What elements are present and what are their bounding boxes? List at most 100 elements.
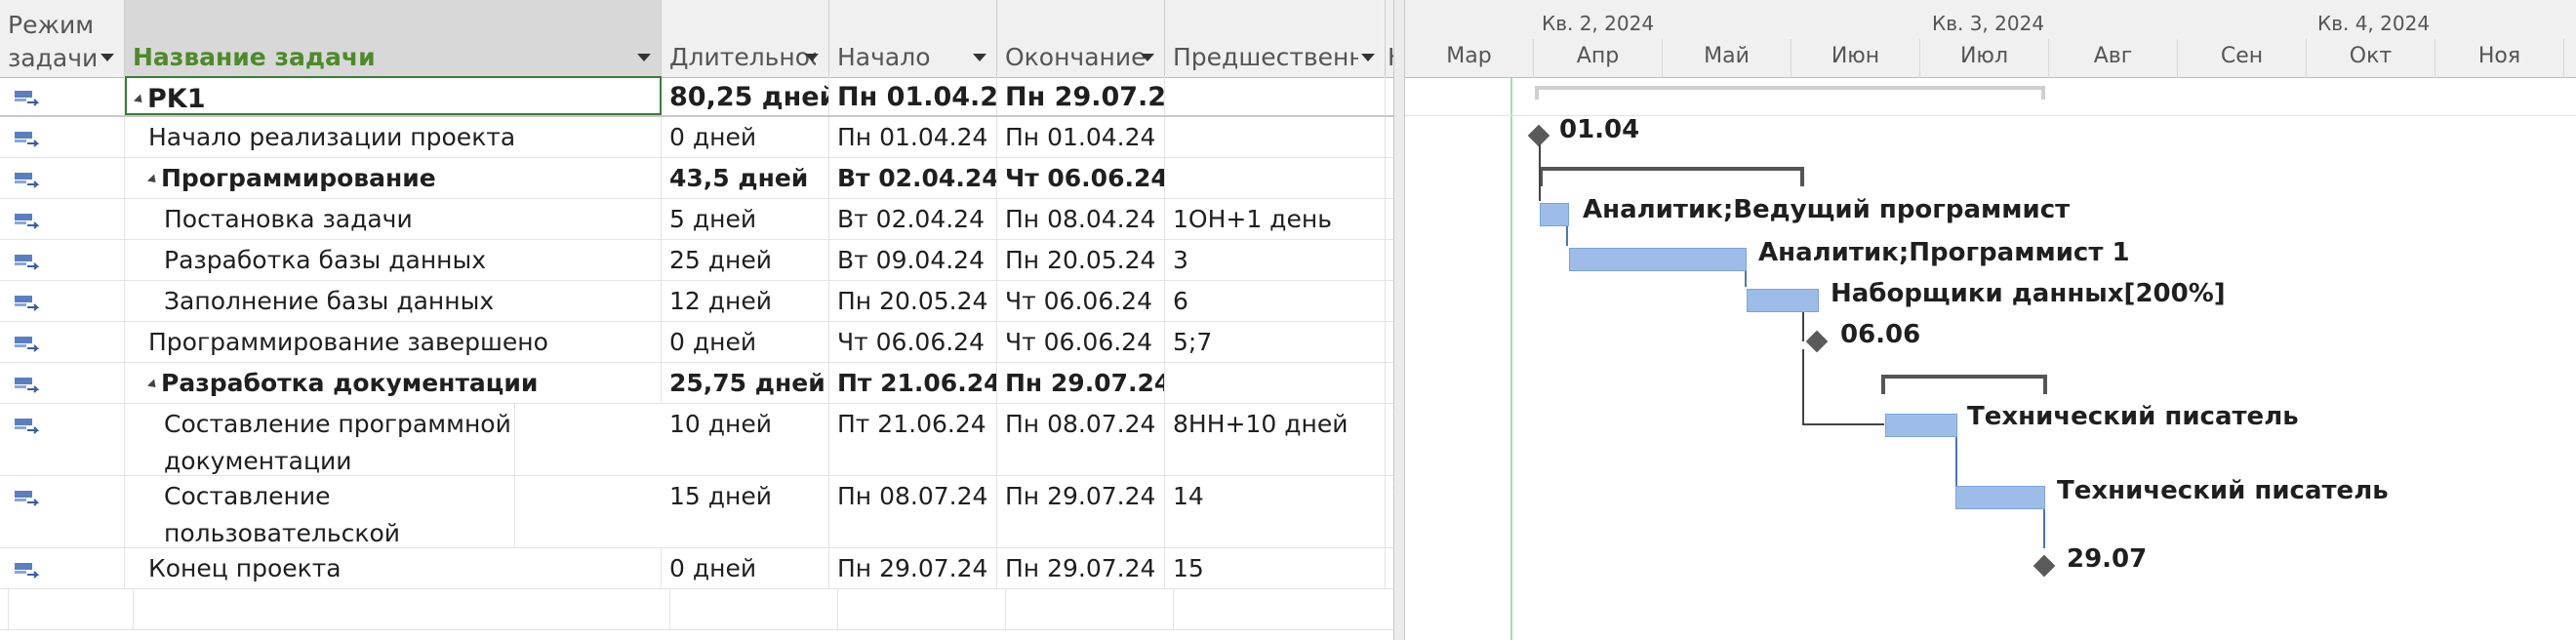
- cell-duration[interactable]: 0 дней: [662, 548, 829, 588]
- cell-finish[interactable]: Чт 06.06.24: [997, 322, 1165, 362]
- collapse-triangle-icon[interactable]: [146, 378, 160, 391]
- cell-pred[interactable]: [1165, 363, 1386, 403]
- cell-duration[interactable]: 0 дней: [662, 322, 829, 362]
- cell-name[interactable]: Составление пользовательской документаци…: [125, 476, 515, 547]
- cell-pred[interactable]: 5;7: [1165, 322, 1386, 362]
- cell-start[interactable]: Пн 01.04.24: [829, 117, 997, 157]
- column-header-start[interactable]: Начало: [829, 0, 997, 78]
- column-header-finish[interactable]: Окончание: [997, 0, 1165, 78]
- cell-finish[interactable]: Пн 29.07.24: [997, 363, 1165, 403]
- cell-name[interactable]: PK1: [125, 76, 662, 115]
- task-mode-cell[interactable]: [0, 76, 125, 115]
- task-bar[interactable]: [1540, 203, 1569, 226]
- table-row[interactable]: Постановка задачи 5 дней Вт 02.04.24 Пн 08.…: [0, 199, 1405, 240]
- chevron-down-icon[interactable]: [1361, 54, 1375, 61]
- cell-pred[interactable]: 6: [1165, 281, 1386, 321]
- cell-finish[interactable]: Чт 06.06.24: [997, 158, 1165, 198]
- cell-name[interactable]: Программирование: [125, 158, 662, 198]
- task-mode-cell[interactable]: [0, 240, 125, 280]
- summary-bar[interactable]: [1539, 167, 1804, 171]
- table-row[interactable]: Конец проекта 0 дней Пн 29.07.24 Пн 29.07.2…: [0, 548, 1405, 589]
- cell-finish[interactable]: Чт 06.06.24: [997, 281, 1165, 321]
- cell-finish[interactable]: Пн 29.07.24: [997, 76, 1165, 115]
- cell-pred[interactable]: [1165, 117, 1386, 157]
- cell-start[interactable]: Пн 20.05.24: [829, 281, 997, 321]
- view-divider[interactable]: [1393, 0, 1405, 640]
- task-mode-cell[interactable]: [0, 199, 125, 239]
- cell-name[interactable]: Разработка документации: [125, 363, 662, 403]
- cell-duration[interactable]: 10 дней: [662, 404, 829, 475]
- cell-duration[interactable]: 5 дней: [662, 199, 829, 239]
- cell-finish[interactable]: Пн 08.07.24: [997, 404, 1165, 475]
- column-header-mode[interactable]: Режим задачи: [0, 0, 125, 78]
- cell-start[interactable]: Пн 29.07.24: [829, 548, 997, 588]
- empty-row[interactable]: [0, 589, 1394, 630]
- cell-pred[interactable]: [1165, 76, 1386, 115]
- table-row[interactable]: Начало реализации проекта 0 дней Пн 01.04.…: [0, 117, 1405, 158]
- task-mode-cell[interactable]: [0, 281, 125, 321]
- task-mode-cell[interactable]: [0, 476, 125, 547]
- cell-start[interactable]: Вт 02.04.24: [829, 158, 997, 198]
- collapse-triangle-icon[interactable]: [133, 94, 146, 106]
- task-mode-cell[interactable]: [0, 548, 125, 588]
- table-row[interactable]: Составление пользовательской документаци…: [0, 476, 1405, 548]
- task-mode-cell[interactable]: [0, 322, 125, 362]
- task-bar[interactable]: [1955, 486, 2045, 509]
- task-bar[interactable]: [1569, 248, 1747, 271]
- cell-pred[interactable]: [1165, 158, 1386, 198]
- milestone-diamond-icon[interactable]: [1805, 330, 1829, 353]
- milestone-diamond-icon[interactable]: [2033, 554, 2056, 578]
- cell-start[interactable]: Вт 09.04.24: [829, 240, 997, 280]
- table-row[interactable]: Разработка документации 25,75 дней Пт 21.0…: [0, 363, 1405, 404]
- cell-start[interactable]: Вт 02.04.24: [829, 199, 997, 239]
- cell-duration[interactable]: 25,75 дней: [662, 363, 829, 403]
- cell-start[interactable]: Чт 06.06.24: [829, 322, 997, 362]
- table-row[interactable]: Заполнение базы данных 12 дней Пн 20.05.24…: [0, 281, 1405, 322]
- cell-start[interactable]: Пн 01.04.24: [829, 76, 997, 115]
- cell-pred[interactable]: 3: [1165, 240, 1386, 280]
- project-summary-bar[interactable]: [1537, 86, 2044, 90]
- table-row[interactable]: Разработка базы данных 25 дней Вт 09.04.24…: [0, 240, 1405, 281]
- chevron-down-icon[interactable]: [101, 54, 114, 61]
- cell-name[interactable]: Программирование завершено: [125, 322, 662, 362]
- column-header-name[interactable]: Название задачи: [125, 0, 662, 78]
- cell-finish[interactable]: Пн 29.07.24: [997, 548, 1165, 588]
- table-row[interactable]: Программирование 43,5 дней Вт 02.04.24 Чт 0…: [0, 158, 1405, 199]
- cell-duration[interactable]: 80,25 дней: [662, 76, 829, 115]
- table-row[interactable]: PK1 80,25 дней Пн 01.04.24 Пн 29.07.24: [0, 76, 1405, 117]
- task-mode-cell[interactable]: [0, 117, 125, 157]
- chevron-down-icon[interactable]: [973, 54, 986, 61]
- milestone-diamond-icon[interactable]: [1527, 124, 1550, 147]
- cell-duration[interactable]: 25 дней: [662, 240, 829, 280]
- cell-pred[interactable]: 1ОН+1 день: [1165, 199, 1386, 239]
- cell-pred[interactable]: 15: [1165, 548, 1386, 588]
- cell-duration[interactable]: 0 дней: [662, 117, 829, 157]
- chevron-down-icon[interactable]: [1141, 54, 1154, 61]
- chevron-down-icon[interactable]: [805, 54, 819, 61]
- cell-pred[interactable]: 14: [1165, 476, 1386, 547]
- cell-duration[interactable]: 12 дней: [662, 281, 829, 321]
- cell-finish[interactable]: Пн 20.05.24: [997, 240, 1165, 280]
- cell-name[interactable]: Составление программной документации: [125, 404, 515, 475]
- cell-finish[interactable]: Пн 08.04.24: [997, 199, 1165, 239]
- cell-finish[interactable]: Пн 01.04.24: [997, 117, 1165, 157]
- summary-bar[interactable]: [1881, 375, 2047, 379]
- cell-start[interactable]: Пн 08.07.24: [829, 476, 997, 547]
- cell-start[interactable]: Пт 21.06.24: [829, 404, 997, 475]
- table-row[interactable]: Составление программной документации 10 д…: [0, 404, 1405, 476]
- cell-duration[interactable]: 15 дней: [662, 476, 829, 547]
- column-header-predecessors[interactable]: Предшественник: [1165, 0, 1386, 78]
- task-mode-cell[interactable]: [0, 363, 125, 403]
- cell-name[interactable]: Начало реализации проекта: [125, 117, 662, 157]
- task-mode-cell[interactable]: [0, 158, 125, 198]
- cell-name[interactable]: Постановка задачи: [125, 199, 662, 239]
- cell-duration[interactable]: 43,5 дней: [662, 158, 829, 198]
- task-bar[interactable]: [1747, 289, 1819, 312]
- cell-name[interactable]: Заполнение базы данных: [125, 281, 662, 321]
- collapse-triangle-icon[interactable]: [146, 173, 160, 186]
- task-mode-cell[interactable]: [0, 404, 125, 475]
- cell-start[interactable]: Пт 21.06.24: [829, 363, 997, 403]
- cell-finish[interactable]: Пн 29.07.24: [997, 476, 1165, 547]
- chevron-down-icon[interactable]: [637, 54, 651, 61]
- cell-name[interactable]: Конец проекта: [125, 548, 662, 588]
